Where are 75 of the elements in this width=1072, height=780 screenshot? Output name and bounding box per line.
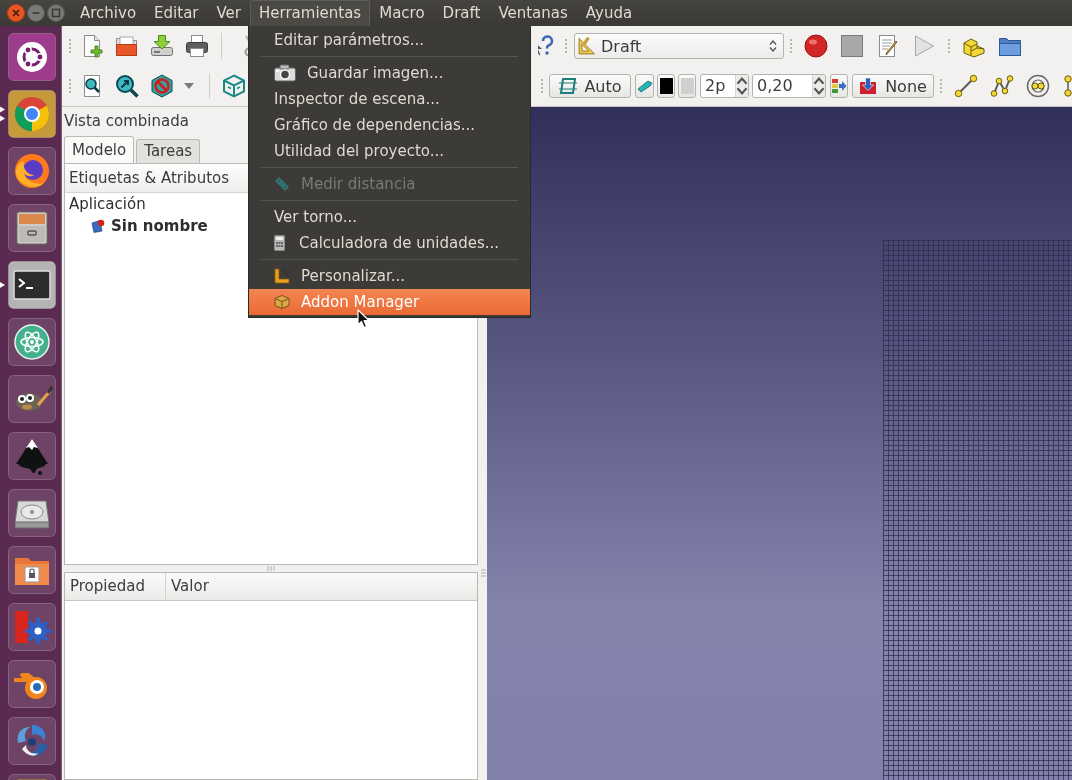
tab[interactable]: Tareas [136, 139, 201, 163]
magnifier-arrow-icon[interactable] [114, 74, 139, 98]
document-icon [91, 219, 105, 233]
minimize-icon[interactable] [27, 4, 45, 22]
terminal-icon[interactable] [0, 261, 56, 309]
caret-icon[interactable] [184, 83, 194, 89]
cursor-icon [357, 309, 370, 329]
menu-item[interactable]: Macro [370, 0, 434, 26]
menu-item[interactable]: Inspector de escena... [249, 86, 530, 112]
group-button[interactable]: None [852, 74, 934, 98]
pen-icon [636, 78, 653, 94]
polyline-icon[interactable] [990, 74, 1014, 98]
grid-frame-icon [558, 76, 579, 96]
grip-icon[interactable] [939, 78, 943, 94]
printer-icon[interactable] [184, 34, 209, 58]
menu-item[interactable]: Ver [207, 0, 250, 26]
menu-item[interactable]: Archivo [71, 0, 146, 26]
menu-item[interactable]: Ventanas [489, 0, 577, 26]
stop-icon[interactable] [840, 34, 864, 58]
splitter-grip-icon[interactable] [267, 566, 275, 571]
help-icon[interactable] [538, 34, 554, 58]
updown-arrows-icon [735, 75, 748, 97]
updown-arrows-icon [769, 39, 777, 53]
tab[interactable]: Modelo [64, 136, 135, 163]
line-segment-icon[interactable] [954, 74, 978, 98]
plane-button[interactable]: Auto [549, 74, 631, 98]
bars-arrow-icon [831, 78, 847, 94]
ruler-icon [274, 176, 290, 192]
dots-icon[interactable] [1062, 74, 1072, 98]
menu-item[interactable]: Herramientas [250, 0, 371, 26]
grip-icon[interactable] [564, 38, 568, 54]
drive-arrow-icon[interactable] [149, 34, 174, 58]
maximize-icon[interactable] [47, 4, 65, 22]
box-icon [274, 294, 290, 310]
grip-icon[interactable] [540, 78, 544, 94]
swatch-button[interactable] [657, 74, 675, 98]
apply-style-button[interactable] [830, 74, 848, 98]
menu-item[interactable]: Ayuda [576, 0, 642, 26]
menu-item[interactable]: Gráfico de dependencias... [249, 112, 530, 138]
notepad-pencil-icon[interactable] [876, 34, 900, 58]
tree-item[interactable]: Sin nombre [89, 215, 210, 237]
menu-item[interactable]: Editar [145, 0, 208, 26]
grip-icon[interactable] [947, 38, 951, 54]
updown-arrows-icon [812, 75, 825, 97]
column-header: Valor [166, 573, 477, 601]
menu-item[interactable]: Guardar imagen... [249, 60, 530, 86]
grip-icon[interactable] [68, 38, 72, 54]
cube-icon[interactable] [221, 74, 246, 98]
workbench-dropdown[interactable]: Draft [574, 33, 784, 59]
close-icon[interactable] [7, 4, 25, 22]
grip-icon[interactable] [789, 38, 793, 54]
drafting-triangle-icon [577, 36, 597, 56]
menu-item[interactable]: Calculadora de unidades... [249, 230, 530, 256]
number-field[interactable]: 2p [700, 74, 749, 98]
calculator-icon [274, 235, 285, 251]
tree-item[interactable]: Aplicación [67, 193, 148, 215]
menu-item[interactable]: Ver torno... [249, 204, 530, 230]
menu-item[interactable]: Utilidad del proyecto... [249, 138, 530, 164]
splitter-grip-icon[interactable] [481, 569, 486, 577]
record-icon[interactable] [804, 34, 828, 58]
folder-icon[interactable] [114, 34, 139, 58]
circle-points-icon[interactable] [1026, 74, 1050, 98]
menu-item[interactable]: Editar parámetros... [249, 27, 530, 53]
camera-icon [274, 64, 296, 82]
panel-title: Vista combinada [64, 111, 189, 132]
menu-item[interactable]: Draft [433, 0, 490, 26]
swatch-button[interactable] [678, 74, 696, 98]
menu-item[interactable]: Personalizar... [249, 263, 530, 289]
style-button[interactable] [635, 74, 654, 98]
grip-icon[interactable] [68, 78, 72, 94]
box-arrow-icon [859, 77, 878, 95]
number-field[interactable]: 0,20 [752, 74, 826, 98]
no-entry-hexagon-icon[interactable] [149, 74, 174, 98]
browser-icon[interactable] [0, 90, 56, 138]
column-header: Propiedad [65, 573, 166, 601]
